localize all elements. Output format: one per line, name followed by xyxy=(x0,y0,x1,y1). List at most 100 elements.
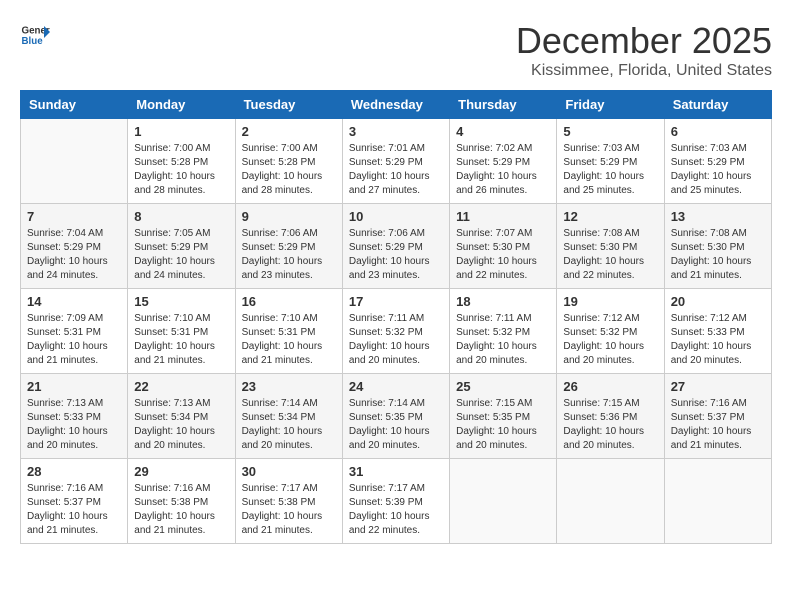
calendar-cell xyxy=(21,119,128,204)
day-number: 16 xyxy=(242,294,336,309)
calendar-header-friday: Friday xyxy=(557,91,664,119)
calendar-cell xyxy=(450,459,557,544)
day-info: Sunrise: 7:15 AM Sunset: 5:36 PM Dayligh… xyxy=(563,397,657,453)
day-info: Sunrise: 7:17 AM Sunset: 5:38 PM Dayligh… xyxy=(242,482,336,538)
svg-text:Blue: Blue xyxy=(22,36,44,47)
calendar-cell: 23 Sunrise: 7:14 AM Sunset: 5:34 PM Dayli… xyxy=(235,374,342,459)
calendar-header-wednesday: Wednesday xyxy=(342,91,449,119)
calendar-cell: 20 Sunrise: 7:12 AM Sunset: 5:33 PM Dayli… xyxy=(664,289,771,374)
calendar-cell: 10 Sunrise: 7:06 AM Sunset: 5:29 PM Dayli… xyxy=(342,204,449,289)
day-number: 18 xyxy=(456,294,550,309)
day-number: 12 xyxy=(563,209,657,224)
calendar-cell: 27 Sunrise: 7:16 AM Sunset: 5:37 PM Dayli… xyxy=(664,374,771,459)
calendar-week-1: 1 Sunrise: 7:00 AM Sunset: 5:28 PM Daylig… xyxy=(21,119,772,204)
day-info: Sunrise: 7:03 AM Sunset: 5:29 PM Dayligh… xyxy=(671,142,765,198)
day-info: Sunrise: 7:12 AM Sunset: 5:32 PM Dayligh… xyxy=(563,312,657,368)
calendar-cell: 2 Sunrise: 7:00 AM Sunset: 5:28 PM Daylig… xyxy=(235,119,342,204)
calendar-header-saturday: Saturday xyxy=(664,91,771,119)
day-number: 25 xyxy=(456,379,550,394)
calendar-cell: 16 Sunrise: 7:10 AM Sunset: 5:31 PM Dayli… xyxy=(235,289,342,374)
calendar-cell: 21 Sunrise: 7:13 AM Sunset: 5:33 PM Dayli… xyxy=(21,374,128,459)
day-number: 26 xyxy=(563,379,657,394)
day-info: Sunrise: 7:06 AM Sunset: 5:29 PM Dayligh… xyxy=(242,227,336,283)
calendar-cell: 3 Sunrise: 7:01 AM Sunset: 5:29 PM Daylig… xyxy=(342,119,449,204)
day-info: Sunrise: 7:16 AM Sunset: 5:38 PM Dayligh… xyxy=(134,482,228,538)
day-info: Sunrise: 7:10 AM Sunset: 5:31 PM Dayligh… xyxy=(242,312,336,368)
day-number: 13 xyxy=(671,209,765,224)
day-info: Sunrise: 7:06 AM Sunset: 5:29 PM Dayligh… xyxy=(349,227,443,283)
day-number: 19 xyxy=(563,294,657,309)
title-block: December 2025 Kissimmee, Florida, United… xyxy=(516,20,772,80)
day-number: 24 xyxy=(349,379,443,394)
calendar-cell xyxy=(664,459,771,544)
calendar-header-sunday: Sunday xyxy=(21,91,128,119)
calendar-cell: 8 Sunrise: 7:05 AM Sunset: 5:29 PM Daylig… xyxy=(128,204,235,289)
day-info: Sunrise: 7:14 AM Sunset: 5:34 PM Dayligh… xyxy=(242,397,336,453)
day-info: Sunrise: 7:16 AM Sunset: 5:37 PM Dayligh… xyxy=(671,397,765,453)
day-info: Sunrise: 7:12 AM Sunset: 5:33 PM Dayligh… xyxy=(671,312,765,368)
day-number: 10 xyxy=(349,209,443,224)
day-info: Sunrise: 7:07 AM Sunset: 5:30 PM Dayligh… xyxy=(456,227,550,283)
day-number: 9 xyxy=(242,209,336,224)
calendar-cell: 29Sunrise: 7:16 AM Sunset: 5:38 PM Dayli… xyxy=(128,459,235,544)
calendar-cell: 12 Sunrise: 7:08 AM Sunset: 5:30 PM Dayli… xyxy=(557,204,664,289)
calendar-cell: 6 Sunrise: 7:03 AM Sunset: 5:29 PM Daylig… xyxy=(664,119,771,204)
day-info: Sunrise: 7:14 AM Sunset: 5:35 PM Dayligh… xyxy=(349,397,443,453)
day-number: 6 xyxy=(671,124,765,139)
day-info: Sunrise: 7:15 AM Sunset: 5:35 PM Dayligh… xyxy=(456,397,550,453)
day-number: 28 xyxy=(27,464,121,479)
calendar-header-tuesday: Tuesday xyxy=(235,91,342,119)
calendar-cell: 5Sunrise: 7:03 AM Sunset: 5:29 PM Daylig… xyxy=(557,119,664,204)
calendar-cell: 11Sunrise: 7:07 AM Sunset: 5:30 PM Dayli… xyxy=(450,204,557,289)
day-number: 27 xyxy=(671,379,765,394)
calendar-cell: 30 Sunrise: 7:17 AM Sunset: 5:38 PM Dayli… xyxy=(235,459,342,544)
day-number: 20 xyxy=(671,294,765,309)
day-number: 30 xyxy=(242,464,336,479)
page-header: General Blue December 2025 Kissimmee, Fl… xyxy=(20,20,772,80)
day-info: Sunrise: 7:17 AM Sunset: 5:39 PM Dayligh… xyxy=(349,482,443,538)
day-info: Sunrise: 7:00 AM Sunset: 5:28 PM Dayligh… xyxy=(242,142,336,198)
calendar-cell: 14 Sunrise: 7:09 AM Sunset: 5:31 PM Dayli… xyxy=(21,289,128,374)
day-number: 23 xyxy=(242,379,336,394)
day-number: 7 xyxy=(27,209,121,224)
calendar-cell: 7 Sunrise: 7:04 AM Sunset: 5:29 PM Daylig… xyxy=(21,204,128,289)
month-title: December 2025 xyxy=(516,20,772,62)
calendar-header-monday: Monday xyxy=(128,91,235,119)
day-number: 14 xyxy=(27,294,121,309)
day-info: Sunrise: 7:08 AM Sunset: 5:30 PM Dayligh… xyxy=(563,227,657,283)
calendar-cell xyxy=(557,459,664,544)
day-info: Sunrise: 7:13 AM Sunset: 5:33 PM Dayligh… xyxy=(27,397,121,453)
day-info: Sunrise: 7:05 AM Sunset: 5:29 PM Dayligh… xyxy=(134,227,228,283)
calendar-header-row: SundayMondayTuesdayWednesdayThursdayFrid… xyxy=(21,91,772,119)
day-number: 2 xyxy=(242,124,336,139)
day-number: 1 xyxy=(134,124,228,139)
day-info: Sunrise: 7:11 AM Sunset: 5:32 PM Dayligh… xyxy=(349,312,443,368)
calendar-cell: 17 Sunrise: 7:11 AM Sunset: 5:32 PM Dayli… xyxy=(342,289,449,374)
calendar-cell: 4 Sunrise: 7:02 AM Sunset: 5:29 PM Daylig… xyxy=(450,119,557,204)
logo-icon: General Blue xyxy=(20,20,50,50)
calendar-cell: 19 Sunrise: 7:12 AM Sunset: 5:32 PM Dayli… xyxy=(557,289,664,374)
day-info: Sunrise: 7:01 AM Sunset: 5:29 PM Dayligh… xyxy=(349,142,443,198)
day-number: 21 xyxy=(27,379,121,394)
day-info: Sunrise: 7:02 AM Sunset: 5:29 PM Dayligh… xyxy=(456,142,550,198)
calendar-cell: 26 Sunrise: 7:15 AM Sunset: 5:36 PM Dayli… xyxy=(557,374,664,459)
day-info: Sunrise: 7:16 AM Sunset: 5:37 PM Dayligh… xyxy=(27,482,121,538)
day-number: 31 xyxy=(349,464,443,479)
day-number: 15 xyxy=(134,294,228,309)
calendar-cell: 24 Sunrise: 7:14 AM Sunset: 5:35 PM Dayli… xyxy=(342,374,449,459)
calendar-cell: 28 Sunrise: 7:16 AM Sunset: 5:37 PM Dayli… xyxy=(21,459,128,544)
day-number: 3 xyxy=(349,124,443,139)
day-info: Sunrise: 7:13 AM Sunset: 5:34 PM Dayligh… xyxy=(134,397,228,453)
day-info: Sunrise: 7:04 AM Sunset: 5:29 PM Dayligh… xyxy=(27,227,121,283)
calendar-cell: 31 Sunrise: 7:17 AM Sunset: 5:39 PM Dayli… xyxy=(342,459,449,544)
day-number: 8 xyxy=(134,209,228,224)
calendar-cell: 15Sunrise: 7:10 AM Sunset: 5:31 PM Dayli… xyxy=(128,289,235,374)
calendar-cell: 18Sunrise: 7:11 AM Sunset: 5:32 PM Dayli… xyxy=(450,289,557,374)
day-info: Sunrise: 7:09 AM Sunset: 5:31 PM Dayligh… xyxy=(27,312,121,368)
day-number: 17 xyxy=(349,294,443,309)
calendar-table: SundayMondayTuesdayWednesdayThursdayFrid… xyxy=(20,90,772,544)
calendar-cell: 25 Sunrise: 7:15 AM Sunset: 5:35 PM Dayli… xyxy=(450,374,557,459)
day-number: 4 xyxy=(456,124,550,139)
calendar-week-4: 21 Sunrise: 7:13 AM Sunset: 5:33 PM Dayli… xyxy=(21,374,772,459)
calendar-week-3: 14 Sunrise: 7:09 AM Sunset: 5:31 PM Dayli… xyxy=(21,289,772,374)
